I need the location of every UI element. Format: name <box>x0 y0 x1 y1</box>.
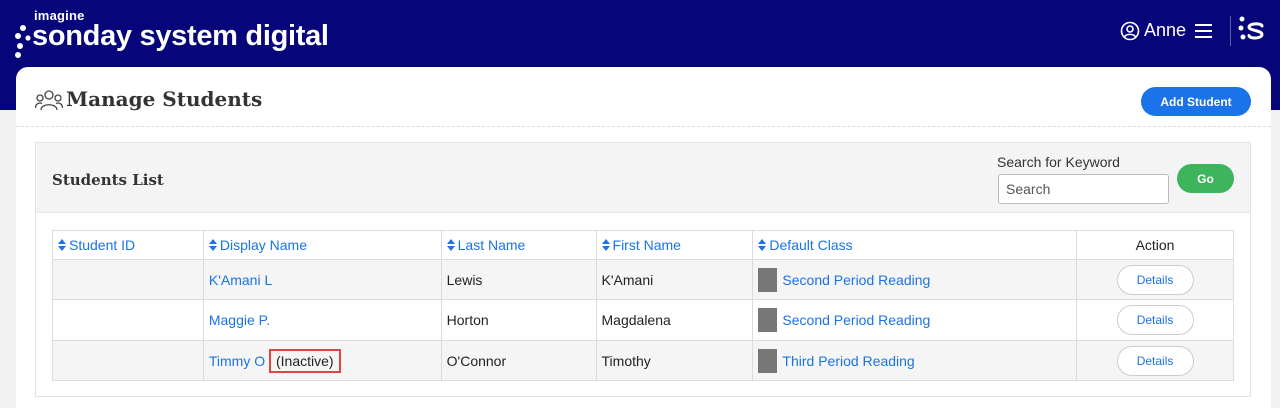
students-group-icon <box>35 90 63 111</box>
class-link[interactable]: Second Period Reading <box>782 272 930 288</box>
details-button[interactable]: Details <box>1116 305 1194 335</box>
cell-student-id <box>52 340 204 381</box>
details-button[interactable]: Details <box>1116 345 1194 376</box>
class-link[interactable]: Third Period Reading <box>782 353 914 369</box>
details-button[interactable]: Details <box>1116 264 1194 295</box>
students-list-panel: Students List Search for Keyword Go Stud… <box>35 142 1251 397</box>
cell-default-class: Second Period Reading <box>752 299 1078 341</box>
cell-action: Details <box>1076 340 1234 381</box>
column-header-last-name[interactable]: Last Name <box>440 230 597 260</box>
sonday-dots-icon <box>15 25 31 58</box>
cell-display-name: Maggie P. <box>202 299 442 341</box>
inactive-status-badge: (Inactive) <box>269 348 341 373</box>
class-color-swatch <box>758 267 778 292</box>
cell-display-name: K'Amani L <box>202 259 442 300</box>
students-table: Student ID Display Name Last Name First … <box>52 230 1234 381</box>
sort-icon <box>208 239 217 251</box>
cell-last-name: O'Connor <box>440 340 597 381</box>
cell-default-class: Second Period Reading <box>752 259 1078 300</box>
search-label: Search for Keyword <box>997 154 1120 170</box>
cell-action: Details <box>1076 259 1234 300</box>
column-header-default-class[interactable]: Default Class <box>752 230 1078 260</box>
class-color-swatch <box>758 308 778 332</box>
user-circle-icon <box>1120 21 1140 40</box>
students-list-title: Students List <box>52 171 164 189</box>
class-link[interactable]: Second Period Reading <box>782 312 930 328</box>
table-row: K'Amani L Lewis K'Amani Second Period Re… <box>52 259 1234 300</box>
cell-last-name: Lewis <box>440 259 597 300</box>
table-row: Timmy O (Inactive) O'Connor Timothy Thir… <box>52 340 1234 381</box>
hamburger-menu-icon[interactable] <box>1194 22 1214 40</box>
students-list-header: Students List Search for Keyword Go <box>36 143 1250 213</box>
cell-action: Details <box>1076 299 1234 341</box>
student-link[interactable]: Maggie P. <box>209 312 270 328</box>
sort-icon <box>601 239 610 251</box>
cell-default-class: Third Period Reading <box>752 340 1078 381</box>
add-student-button[interactable]: Add Student <box>1141 87 1251 116</box>
cell-first-name: Timothy <box>595 340 754 381</box>
user-name: Anne <box>1143 20 1186 40</box>
column-header-student-id[interactable]: Student ID <box>52 230 204 260</box>
column-header-action: Action <box>1076 230 1234 260</box>
main-card: Manage Students Add Student Students Lis… <box>16 67 1271 408</box>
column-header-first-name[interactable]: First Name <box>595 230 754 260</box>
search-input[interactable] <box>998 174 1169 204</box>
go-button[interactable]: Go <box>1177 164 1234 193</box>
sort-icon <box>446 239 455 251</box>
sort-icon <box>758 239 767 251</box>
page-header: Manage Students Add Student <box>16 67 1271 127</box>
header-divider <box>1230 16 1231 46</box>
page-title: Manage Students <box>66 87 263 111</box>
user-menu[interactable]: Anne <box>1120 20 1214 41</box>
column-header-display-name[interactable]: Display Name <box>202 230 442 260</box>
logo-brand-text: sonday system digital <box>32 20 329 52</box>
cell-student-id <box>52 259 204 300</box>
table-header-row: Student ID Display Name Last Name First … <box>52 230 1234 260</box>
cell-display-name: Timmy O (Inactive) <box>202 340 442 381</box>
cell-first-name: Magdalena <box>595 299 754 341</box>
cell-student-id <box>52 299 204 341</box>
sonday-s-icon[interactable] <box>1238 14 1266 46</box>
cell-first-name: K'Amani <box>595 259 754 300</box>
cell-last-name: Horton <box>440 299 597 341</box>
table-row: Maggie P. Horton Magdalena Second Period… <box>52 299 1234 341</box>
student-link[interactable]: K'Amani L <box>209 272 272 288</box>
sort-icon <box>58 239 66 251</box>
student-link[interactable]: Timmy O <box>209 353 265 369</box>
class-color-swatch <box>758 348 778 373</box>
